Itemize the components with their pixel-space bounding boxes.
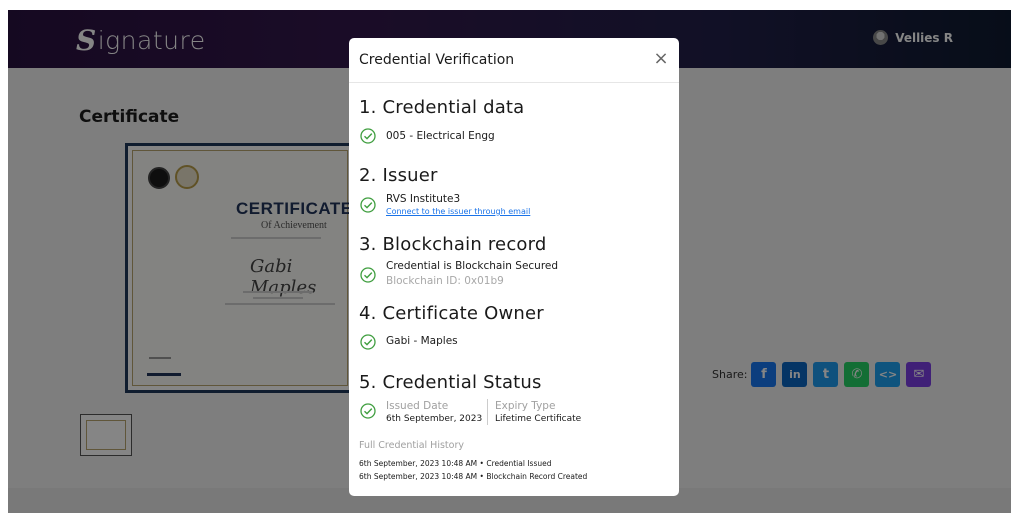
credential-verification-modal: Credential Verification × 1. Credential … <box>349 38 679 496</box>
check-circle-icon <box>360 128 376 144</box>
section-title-blockchain: 3. Blockchain record <box>359 234 547 255</box>
check-circle-icon <box>360 267 376 283</box>
section-title-credential-data: 1. Credential data <box>359 97 525 118</box>
modal-title: Credential Verification <box>359 52 515 68</box>
blockchain-status: Credential is Blockchain Secured <box>386 260 559 272</box>
issuer-name: RVS Institute3 <box>386 193 461 205</box>
section-title-owner: 4. Certificate Owner <box>359 303 544 324</box>
modal-header: Credential Verification × <box>349 38 679 83</box>
issued-date-label: Issued Date <box>386 400 449 412</box>
section-title-status: 5. Credential Status <box>359 372 542 393</box>
issued-date-value: 6th September, 2023 <box>386 414 483 424</box>
history-title: Full Credential History <box>359 440 464 451</box>
issuer-contact-link[interactable]: Connect to the issuer through email <box>386 207 530 216</box>
blockchain-id: Blockchain ID: 0x01b9 <box>386 275 504 287</box>
close-button[interactable]: × <box>651 48 671 70</box>
history-item: 6th September, 2023 10:48 AM • Credentia… <box>359 459 552 468</box>
expiry-type-label: Expiry Type <box>495 400 556 412</box>
expiry-type-value: Lifetime Certificate <box>495 414 582 424</box>
close-icon: × <box>653 48 669 69</box>
check-circle-icon <box>360 403 376 419</box>
check-circle-icon <box>360 197 376 213</box>
owner-name: Gabi - Maples <box>386 335 458 347</box>
status-divider <box>487 399 488 425</box>
history-item: 6th September, 2023 10:48 AM • Blockchai… <box>359 472 588 481</box>
check-circle-icon <box>360 334 376 350</box>
section-title-issuer: 2. Issuer <box>359 165 438 186</box>
page: Signature Vellies R Certificate CERTIFIC… <box>0 0 1013 513</box>
credential-data-value: 005 - Electrical Engg <box>386 130 495 142</box>
